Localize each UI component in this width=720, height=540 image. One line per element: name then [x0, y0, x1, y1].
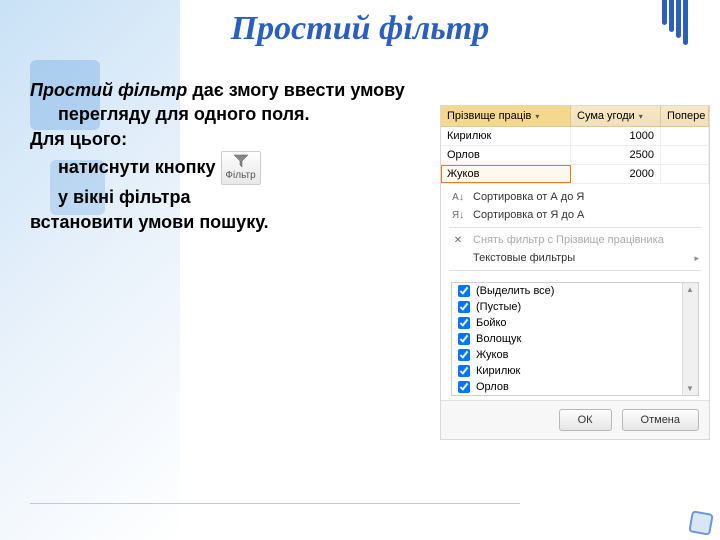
corner-logo-icon	[688, 510, 713, 535]
checkbox[interactable]	[458, 381, 470, 393]
slide-title: Простий фільтр	[0, 0, 720, 48]
menu-separator	[449, 227, 701, 228]
check-item[interactable]: Бойко	[452, 315, 698, 331]
filter-ribbon-button[interactable]: Фільтр	[221, 151, 261, 186]
cell-amount: 2500	[571, 146, 661, 164]
body-text-4: натиснути кнопку	[30, 157, 216, 177]
sort-za-item[interactable]: Я↓ Сортировка от Я до А	[441, 206, 709, 224]
checkbox[interactable]	[458, 349, 470, 361]
cell-amount: 1000	[571, 127, 661, 145]
checkbox[interactable]	[458, 301, 470, 313]
scrollbar[interactable]	[682, 283, 698, 395]
filter-checkbox-list: (Выделить все) (Пустые) Бойко Волощук Жу…	[451, 282, 699, 396]
clear-filter-item: ✕ Снять фильтр с Прізвище працівника	[441, 231, 709, 249]
cell-surname: Орлов	[441, 146, 571, 164]
check-item[interactable]: Орлов	[452, 379, 698, 395]
checkbox[interactable]	[458, 285, 470, 297]
body-text-6: встановити умови пошуку.	[30, 212, 269, 232]
footer-divider	[30, 503, 520, 504]
checkbox[interactable]	[458, 365, 470, 377]
text-filters-item[interactable]: Текстовые фильтры ▸	[441, 249, 709, 267]
dropdown-arrow-icon: ▾	[535, 112, 539, 121]
cell-prev	[661, 127, 709, 145]
cell-prev	[661, 165, 709, 183]
column-header-surname[interactable]: Прізвище праців▾	[441, 106, 571, 126]
cell-surname: Кирилюк	[441, 127, 571, 145]
body-emphasis: Простий фільтр	[30, 80, 187, 100]
ok-button[interactable]: ОК	[559, 409, 612, 431]
table-row[interactable]: Орлов 2500	[441, 146, 709, 165]
body-text-2: перегляду для одного поля.	[30, 104, 310, 124]
funnel-icon	[233, 154, 249, 168]
cell-surname: Жуков	[441, 165, 571, 183]
body-text-3: Для цього:	[30, 129, 127, 149]
column-header-prev[interactable]: Попере	[661, 106, 709, 126]
column-header-amount[interactable]: Сума угоди▾	[571, 106, 661, 126]
clear-filter-icon: ✕	[451, 235, 465, 246]
check-item-select-all[interactable]: (Выделить все)	[452, 283, 698, 299]
slide-body: Простий фільтр дає змогу ввести умову пе…	[0, 48, 440, 234]
submenu-arrow-icon: ▸	[694, 253, 699, 264]
cell-amount: 2000	[571, 165, 661, 183]
table-header-row: Прізвище праців▾ Сума угоди▾ Попере	[441, 106, 709, 127]
table-row[interactable]: Кирилюк 1000	[441, 127, 709, 146]
cell-prev	[661, 146, 709, 164]
sort-az-item[interactable]: A↓ Сортировка от А до Я	[441, 188, 709, 206]
sort-az-icon: A↓	[451, 192, 465, 203]
menu-separator	[449, 270, 701, 271]
filter-menu: A↓ Сортировка от А до Я Я↓ Сортировка от…	[441, 184, 709, 278]
sort-za-icon: Я↓	[451, 210, 465, 221]
check-item[interactable]: Кирилюк	[452, 363, 698, 379]
filter-button-label: Фільтр	[225, 170, 255, 181]
body-text-1: дає змогу ввести умову	[187, 80, 405, 100]
table-row-selected[interactable]: Жуков 2000	[441, 165, 709, 184]
checkbox[interactable]	[458, 333, 470, 345]
dropdown-arrow-icon: ▾	[639, 112, 643, 121]
cancel-button[interactable]: Отмена	[622, 409, 699, 431]
filter-dropdown-panel: Прізвище праців▾ Сума угоди▾ Попере Кири…	[440, 105, 710, 440]
check-item[interactable]: Жуков	[452, 347, 698, 363]
check-item[interactable]: Волощук	[452, 331, 698, 347]
body-text-5: у вікні фільтра	[30, 187, 190, 207]
check-item-blanks[interactable]: (Пустые)	[452, 299, 698, 315]
dialog-buttons: ОК Отмена	[441, 400, 709, 439]
checkbox[interactable]	[458, 317, 470, 329]
